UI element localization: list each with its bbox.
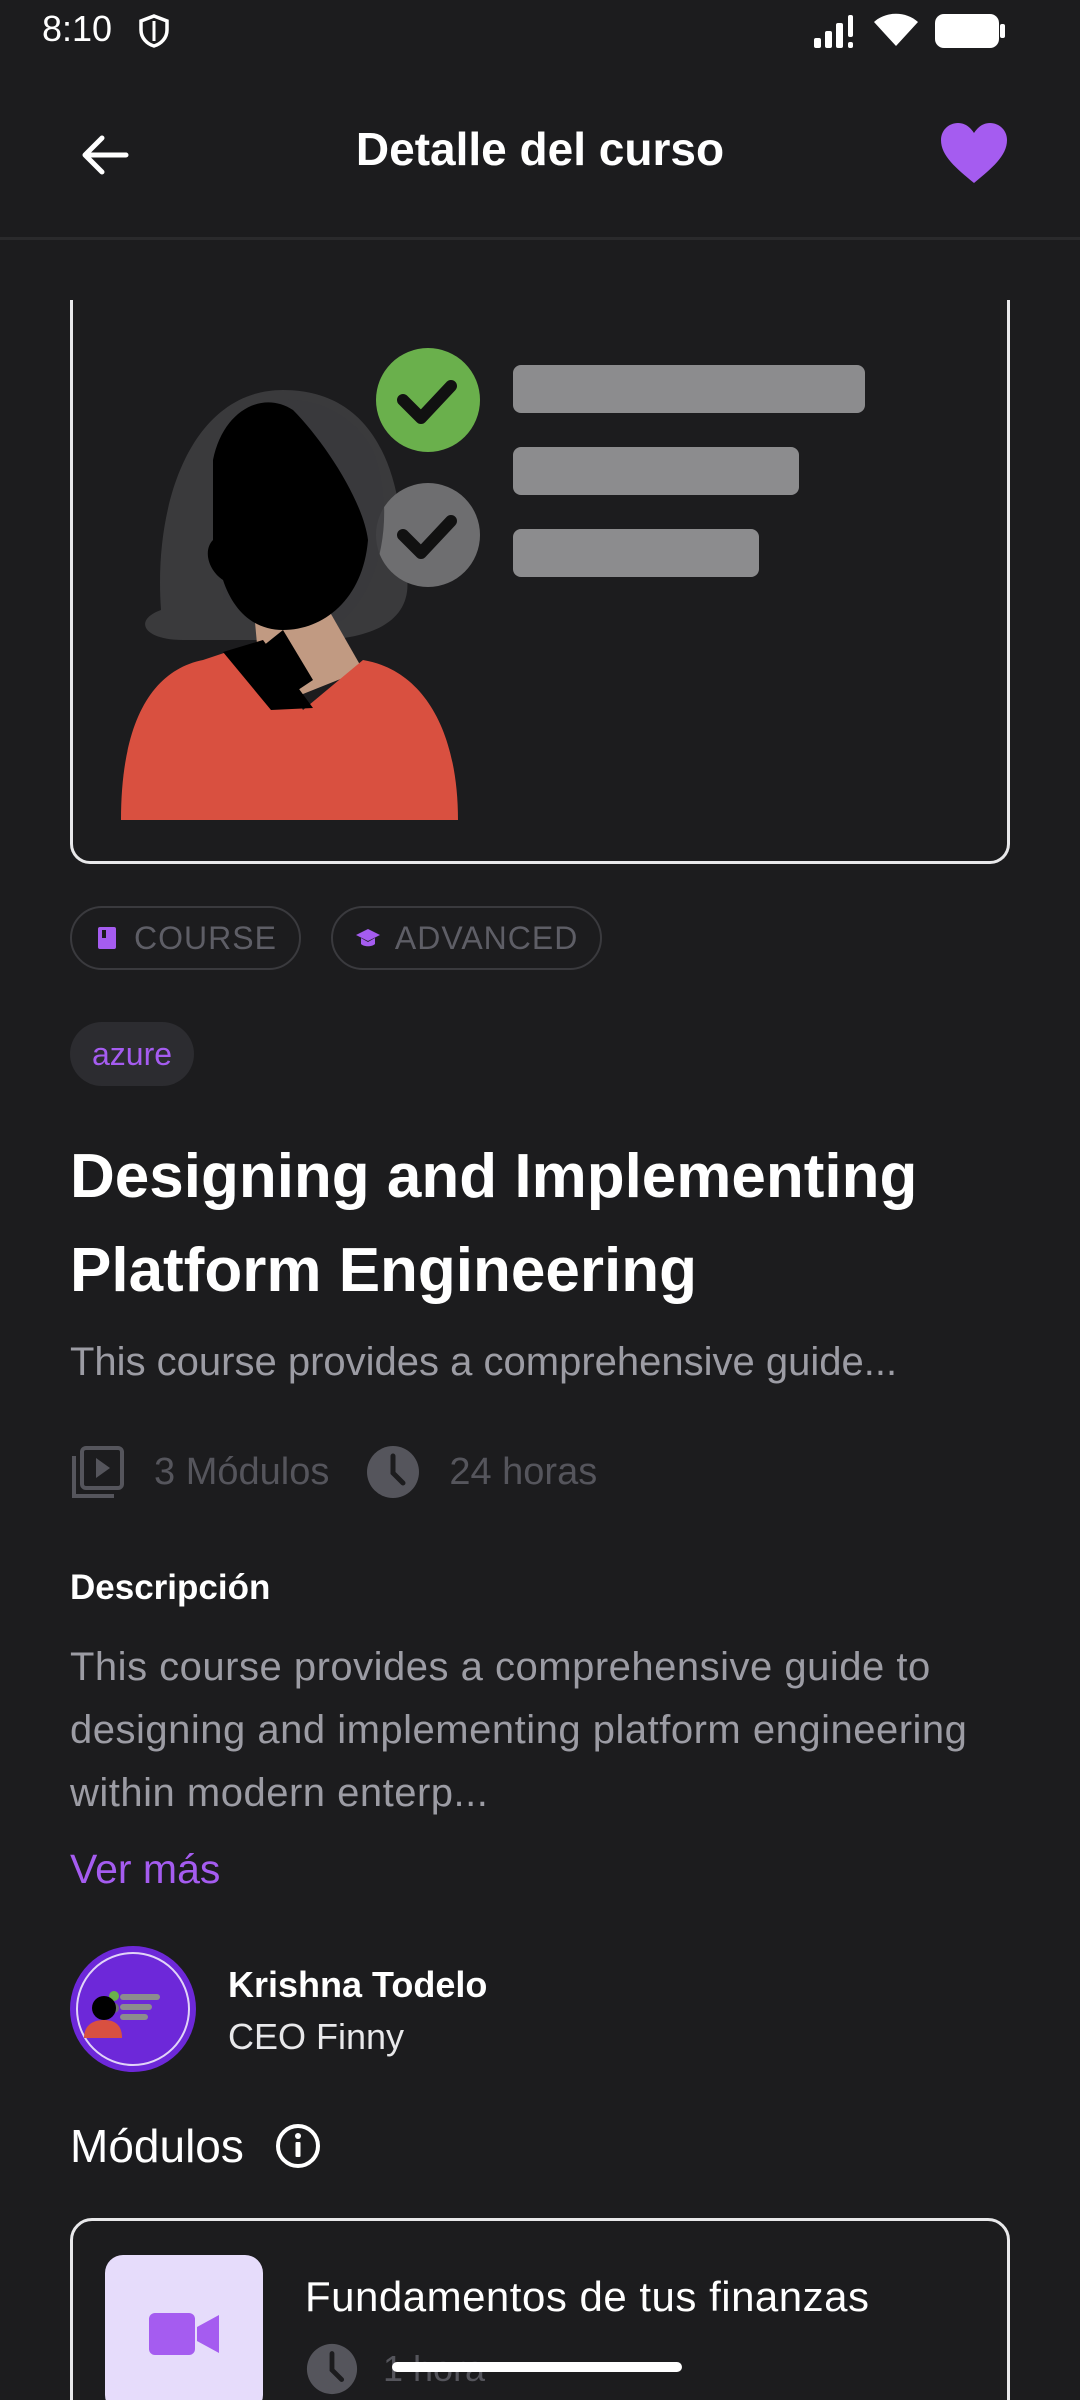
chip-course-type: COURSE	[70, 906, 301, 970]
tag-label: azure	[92, 1035, 173, 1072]
book-icon	[98, 927, 116, 949]
topic-tag[interactable]: azure	[70, 1022, 195, 1086]
home-indicator[interactable]	[392, 2362, 682, 2372]
status-time: 8:10	[42, 8, 113, 49]
avatar-illustration	[76, 1952, 190, 2066]
page-title: Detalle del curso	[355, 123, 725, 175]
info-icon[interactable]	[274, 2122, 322, 2170]
author-card[interactable]: Krishna Todelo CEO Finny	[70, 1946, 1010, 2072]
module-card[interactable]: Fundamentos de tus finanzas 1 hora	[70, 2218, 1010, 2400]
course-chips: COURSE ADVANCED	[70, 906, 603, 970]
chip-course-level: ADVANCED	[330, 906, 603, 970]
author-name: Krishna Todelo	[228, 1964, 488, 2005]
status-bar: 8:10	[0, 0, 1080, 62]
clock-icon	[306, 2343, 358, 2395]
clock-icon	[367, 1446, 420, 1498]
course-title: Designing and Implementing Platform Engi…	[70, 1142, 918, 1305]
chip-label: COURSE	[134, 919, 277, 956]
modules-count: 3 Módulos	[154, 1450, 330, 1493]
video-library-icon	[72, 1446, 124, 1498]
shield-icon	[139, 14, 169, 48]
modules-section-header: Módulos	[70, 2114, 322, 2178]
video-camera-icon	[149, 2313, 219, 2355]
author-role: CEO Finny	[228, 2016, 405, 2057]
avatar	[70, 1946, 196, 2072]
module-title: Fundamentos de tus finanzas	[305, 2273, 870, 2320]
description-body: This course provides a comprehensive gui…	[70, 1645, 968, 1815]
chip-label: ADVANCED	[394, 919, 579, 956]
favorite-heart-icon[interactable]	[938, 120, 1010, 186]
graduation-cap-icon	[355, 929, 380, 947]
wifi-icon	[874, 13, 918, 46]
course-illustration	[121, 348, 865, 820]
see-more-link[interactable]: Ver más	[70, 1846, 220, 1893]
course-duration: 24 horas	[449, 1450, 598, 1493]
modules-heading: Módulos	[70, 2120, 244, 2172]
module-thumbnail	[105, 2255, 263, 2400]
course-hero-image	[70, 300, 1010, 864]
app-bar: Detalle del curso	[0, 62, 1080, 240]
course-meta: 3 Módulos 24 horas	[70, 1440, 633, 1504]
description-heading: Descripción	[70, 1568, 271, 1607]
battery-icon	[935, 14, 1005, 48]
signal-icon	[814, 15, 853, 48]
course-subtitle: This course provides a comprehensive gui…	[70, 1340, 898, 1384]
